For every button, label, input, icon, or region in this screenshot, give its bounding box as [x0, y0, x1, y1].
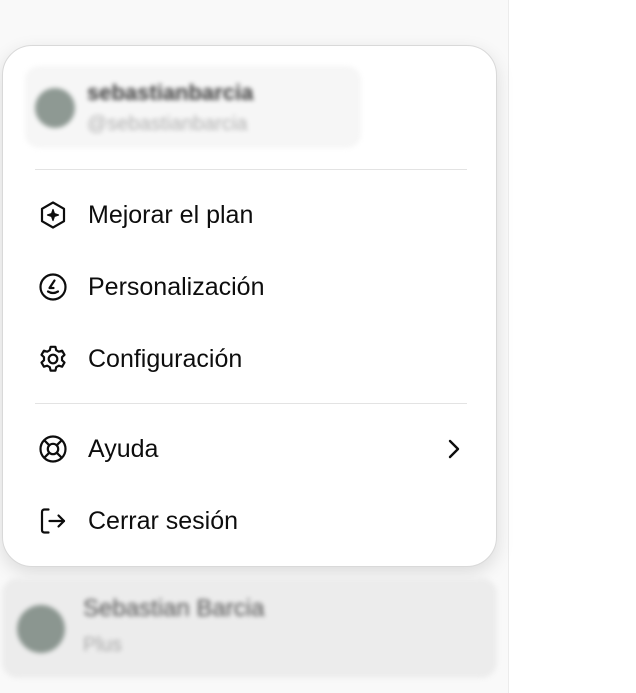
chevron-right-icon	[448, 439, 460, 459]
account-name: Sebastian Barcia	[83, 595, 265, 622]
menu-item-settings[interactable]: Configuración	[25, 329, 477, 389]
account-plan: Plus	[83, 634, 122, 656]
menu-item-logout[interactable]: Cerrar sesión	[25, 491, 477, 551]
menu-item-help[interactable]: Ayuda	[25, 419, 477, 479]
profile-handle: @sebastianbarcia	[87, 113, 248, 135]
lifebuoy-icon	[37, 433, 69, 465]
account-menu: sebastianbarcia @sebastianbarcia Mejorar…	[2, 45, 497, 567]
menu-item-label: Configuración	[88, 344, 243, 373]
menu-item-personalization[interactable]: Personalización	[25, 257, 477, 317]
logout-icon	[37, 505, 69, 537]
sidebar: sebastianbarcia @sebastianbarcia Mejorar…	[0, 0, 509, 693]
personalization-icon	[37, 271, 69, 303]
menu-item-label: Personalización	[88, 272, 265, 301]
gear-icon	[37, 343, 69, 375]
menu-item-label: Ayuda	[88, 434, 159, 463]
menu-item-upgrade-plan[interactable]: Mejorar el plan	[25, 185, 477, 245]
menu-divider	[35, 169, 467, 170]
profile-card[interactable]: sebastianbarcia @sebastianbarcia	[25, 66, 361, 148]
avatar	[35, 88, 75, 128]
avatar	[17, 605, 65, 653]
menu-divider	[35, 403, 467, 404]
menu-item-label: Cerrar sesión	[88, 506, 239, 535]
profile-name: sebastianbarcia	[87, 80, 254, 105]
upgrade-hexagon-sparkle-icon	[37, 199, 69, 231]
menu-item-label: Mejorar el plan	[88, 200, 254, 229]
account-switcher[interactable]: Sebastian Barcia Plus	[2, 578, 497, 678]
